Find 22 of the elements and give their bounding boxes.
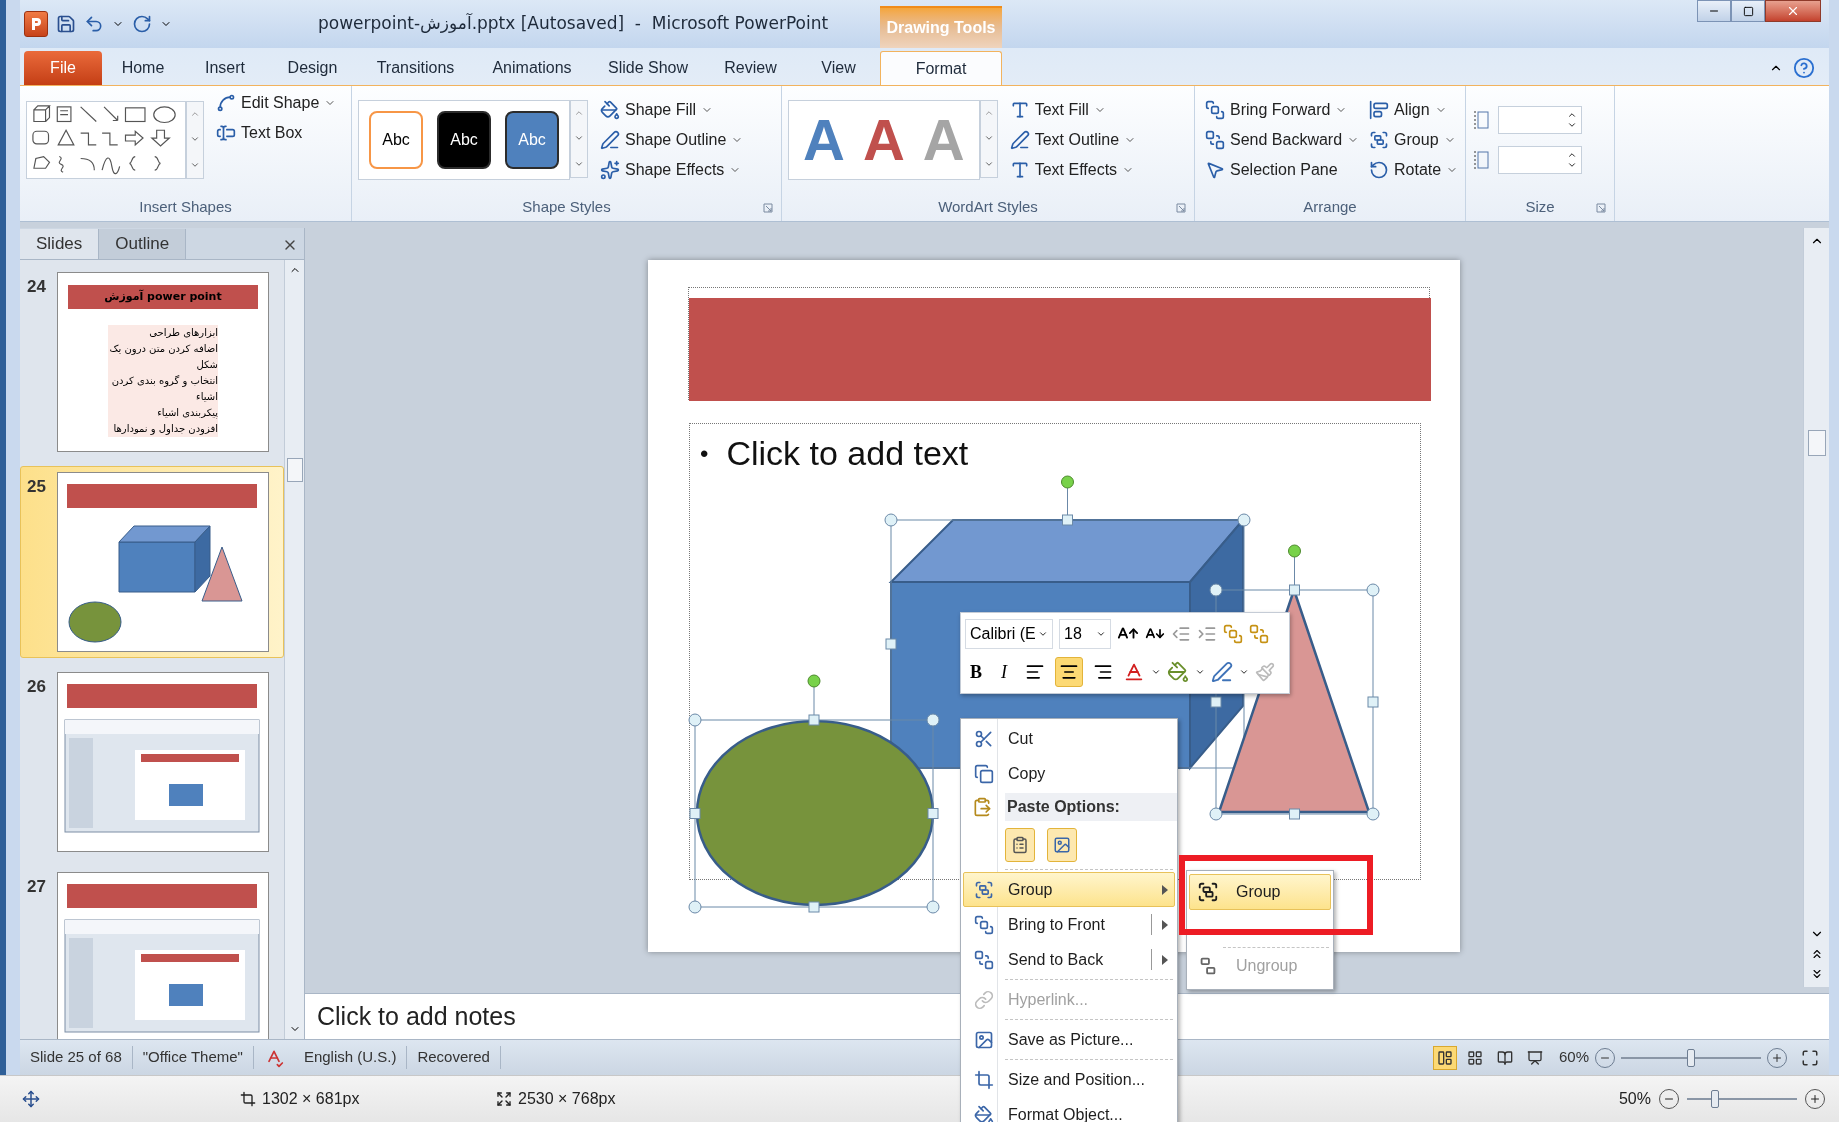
slide-number: 24 (27, 276, 47, 298)
slide-number: 26 (27, 676, 47, 698)
thumbnail-text: ابزارهای طراحی اضافه کردن متن درون یک شکل انتخاب و گروه بندی کردن اشیاء پیکربندی اشیاء افزودن جداول و نمودارها (108, 325, 218, 437)
zoom-level-text: 50% (1618, 1089, 1651, 1109)
selection-size-text: 1302 × 681px (262, 1089, 360, 1109)
group-label: WordArt Styles (938, 196, 1038, 217)
bullet: • (700, 438, 709, 469)
status-field: Slide 25 of 68 (20, 1046, 133, 1069)
status-field: "Office Theme" (132, 1046, 254, 1069)
group-label: Insert Shapes (139, 196, 232, 217)
status-field: English (U.S.) (293, 1046, 408, 1069)
slide-number: 27 (27, 876, 47, 898)
group-label: Size (1525, 196, 1555, 217)
thumbnail-title-bar: آموزش power point (68, 285, 258, 309)
context-tab-group-label: Drawing Tools (880, 6, 1002, 48)
group-label: Shape Styles (522, 196, 611, 217)
menu-section-header: Paste Options: (1005, 793, 1177, 821)
window-title: powerpoint-آموزش.pptx [Autosaved] - Microsoft PowerPoint (318, 12, 829, 36)
image-size-text: 2530 × 768px (518, 1089, 616, 1109)
slide-number: 25 (27, 476, 47, 498)
status-field: Recovered (407, 1046, 501, 1069)
group-label: Arrange (1303, 196, 1357, 217)
